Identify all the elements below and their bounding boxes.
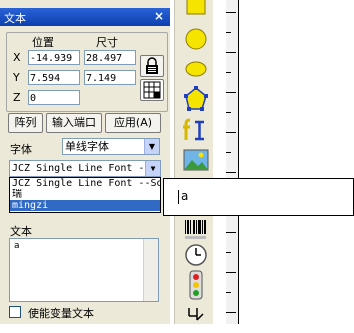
tool-column [174, 0, 213, 324]
y-position-field[interactable]: 7.594 [28, 70, 80, 85]
polygon-icon [184, 86, 208, 111]
font-option[interactable]: JCZ Single Line Font --So [10, 178, 160, 189]
vertical-ruler [226, 0, 239, 324]
ellipse-icon [185, 61, 207, 77]
size-header: 尺寸 [96, 36, 118, 49]
z-label: Z [13, 91, 21, 104]
chevron-down-icon[interactable]: ▼ [144, 139, 159, 154]
text-label: 文本 [10, 225, 32, 238]
text-value: a [14, 241, 20, 251]
text-input[interactable]: a [9, 238, 159, 302]
lock-icon [146, 57, 158, 74]
grid-anchor-icon [143, 81, 161, 99]
polygon-tool[interactable] [175, 84, 213, 114]
signal-light-tool[interactable] [175, 270, 213, 300]
z-position-field[interactable]: 0 [28, 90, 80, 105]
text-icon [183, 118, 204, 141]
font-type-value: 单线字体 [65, 140, 109, 153]
lock-ratio-button[interactable] [140, 55, 164, 77]
signal-light-icon [189, 270, 203, 300]
inline-text-value: a [181, 189, 189, 203]
height-field[interactable]: 7.149 [84, 70, 136, 85]
array-button[interactable]: 阵列 [8, 113, 43, 133]
font-value: JCZ Single Line Font - [12, 163, 145, 174]
font-dropdown-list: JCZ Single Line Font --So 瑞 mingzi [9, 177, 161, 213]
axis-icon [188, 308, 204, 321]
bitmap-tool[interactable] [175, 146, 213, 176]
chevron-down-icon[interactable]: ▼ [145, 161, 160, 176]
extend-axis-tool[interactable] [175, 300, 213, 330]
inline-text-editor[interactable]: a [163, 178, 354, 216]
variable-text-label: 使能变量文本 [28, 307, 94, 320]
y-label: Y [13, 71, 20, 84]
bitmap-icon [183, 149, 209, 171]
close-icon[interactable]: × [154, 9, 164, 23]
apply-button[interactable]: 应用(A) [105, 113, 161, 133]
font-label: 字体 [10, 143, 32, 156]
time-tool[interactable] [175, 240, 213, 270]
font-option[interactable]: 瑞 [10, 189, 160, 200]
circle-tool[interactable] [175, 24, 213, 54]
panel-title: 文本 [4, 12, 26, 25]
ellipse-tool[interactable] [175, 54, 213, 84]
input-port-button[interactable]: 输入端口 [46, 113, 102, 133]
panel-title-bar: 文本 × [0, 8, 170, 26]
font-select[interactable]: JCZ Single Line Font - ▼ [9, 160, 161, 177]
rectangle-tool[interactable] [175, 0, 213, 18]
font-option-selected[interactable]: mingzi [10, 200, 160, 211]
time-icon [185, 244, 207, 266]
text-tool[interactable] [175, 114, 213, 144]
text-cursor [178, 190, 179, 204]
position-header: 位置 [32, 36, 54, 49]
anchor-position-button[interactable] [140, 79, 164, 101]
variable-text-checkbox[interactable] [9, 306, 21, 318]
x-label: X [13, 51, 21, 64]
property-panel: 文本 × 位置 尺寸 X Y Z -14.939 7.594 0 28.497 … [0, 0, 170, 324]
scrollbar[interactable] [143, 239, 158, 301]
width-field[interactable]: 28.497 [84, 50, 136, 65]
x-position-field[interactable]: -14.939 [28, 50, 80, 65]
circle-icon [185, 28, 207, 50]
rectangle-icon [186, 0, 206, 15]
font-type-select[interactable]: 单线字体 ▼ [62, 138, 160, 155]
